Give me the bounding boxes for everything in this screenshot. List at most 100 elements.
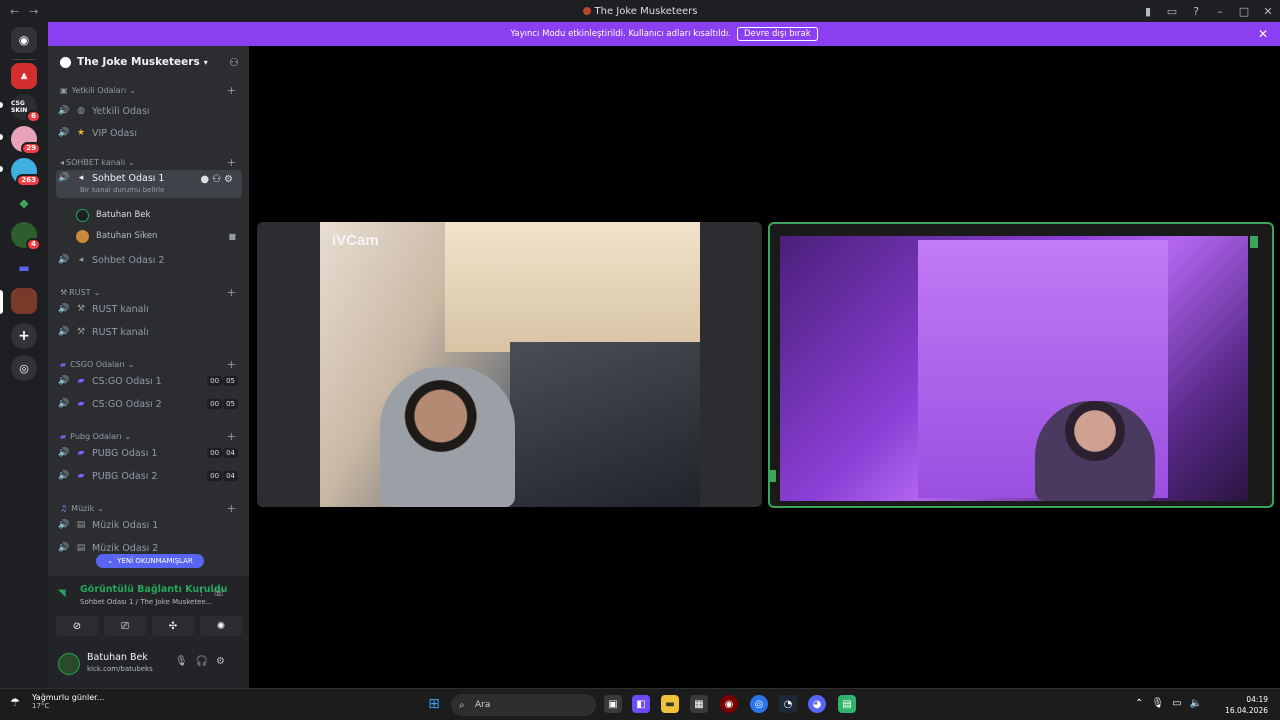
network-icon[interactable]: ▭ xyxy=(1172,698,1189,709)
server-icon-csg[interactable]: CSG SKIN 6 xyxy=(11,94,41,123)
server-icon-game[interactable]: 4 xyxy=(11,222,41,251)
channel-sohbet-odasi-1[interactable]: 🔊 ◂ Sohbet Odası 1 Bir kanal durumu belirl… xyxy=(56,170,242,198)
channel-pubg-2[interactable]: 🔊 ▰ PUBG Odası 2 00 04 xyxy=(56,466,242,486)
person-shape xyxy=(1035,401,1155,501)
discord-home-icon[interactable]: ◉ xyxy=(11,27,37,53)
channel-pubg-1[interactable]: 🔊 ▰ PUBG Odası 1 00 04 xyxy=(56,443,242,463)
signal-icon[interactable]: ◥ xyxy=(58,588,66,599)
voice-user[interactable]: Batuhan Bek xyxy=(76,206,240,224)
voice-channel-icon: 🔊 xyxy=(58,255,70,265)
maximize-button[interactable]: □ xyxy=(1232,5,1256,18)
volume-icon[interactable]: 🔈 xyxy=(1190,698,1210,709)
add-channel-icon[interactable]: + xyxy=(227,358,236,371)
activities-button[interactable]: ✣ xyxy=(152,616,194,636)
channel-rust-1[interactable]: 🔊 ⚒ RUST kanalı xyxy=(56,299,242,319)
server-icon-cat[interactable]: 263 xyxy=(11,158,41,187)
help-icon[interactable]: ? xyxy=(1184,5,1208,18)
category-yetkili[interactable]: ▣ Yetkili Odaları ⌄ + xyxy=(60,84,240,97)
channel-vip-odasi[interactable]: 🔊 ★ VIP Odası xyxy=(56,123,242,143)
folder-icon[interactable]: ▬ xyxy=(11,255,37,281)
voice-user-name: Batuhan Bek xyxy=(96,210,151,220)
discord-taskbar-icon[interactable]: ◕ xyxy=(808,695,826,713)
app-icon-red[interactable]: ◉ xyxy=(720,695,738,713)
channel-muzik-1[interactable]: 🔊 ▤ Müzik Odası 1 xyxy=(56,515,242,535)
app-icon-green[interactable]: ▤ xyxy=(838,695,856,713)
invite-icon[interactable]: ⚇ xyxy=(229,56,239,69)
server-icon-anime[interactable]: 29 xyxy=(11,126,41,155)
video-tile-2-speaking[interactable] xyxy=(768,222,1274,508)
camera-off-button[interactable]: ⊘ xyxy=(56,616,98,636)
microphone-icon[interactable]: 🎙 xyxy=(175,656,196,667)
channel-rust-2[interactable]: 🔊 ⚒ RUST kanalı xyxy=(56,322,242,342)
server-icon-valorant[interactable]: ⩓ xyxy=(11,63,37,89)
store-icon[interactable]: ▦ xyxy=(690,695,708,713)
voice-location[interactable]: Sohbet Odası 1 / The Joke Musketee... xyxy=(80,598,212,606)
window-title: The Joke Musketeers xyxy=(0,6,1280,17)
steam-icon[interactable]: ◔ xyxy=(779,695,797,713)
channel-csgo-1[interactable]: 🔊 ▰ CS:GO Odası 1 00 05 xyxy=(56,371,242,391)
file-explorer-icon[interactable]: ▬ xyxy=(661,695,679,713)
invite-icon[interactable]: ⚇ xyxy=(212,174,224,185)
channel-sohbet-odasi-2[interactable]: 🔊 ◂ Sohbet Odası 2 xyxy=(56,250,242,270)
server-icon-joke-musketeers[interactable] xyxy=(11,288,37,314)
headphones-icon[interactable]: 🎧 xyxy=(196,656,216,667)
minimize-button[interactable]: – xyxy=(1208,5,1232,18)
screen-share-button[interactable]: ⎚ xyxy=(104,616,146,636)
close-banner-icon[interactable]: ✕ xyxy=(1258,27,1268,41)
add-channel-icon[interactable]: + xyxy=(227,156,236,169)
category-csgo[interactable]: ▰ CSGO Odaları ⌄ + xyxy=(60,358,240,371)
inbox-icon[interactable]: ▭ xyxy=(1160,5,1184,18)
add-channel-icon[interactable]: + xyxy=(227,84,236,97)
clock-date: 16.04.2026 xyxy=(1225,706,1268,715)
add-channel-icon[interactable]: + xyxy=(227,286,236,299)
add-channel-icon[interactable]: + xyxy=(227,430,236,443)
category-icon: ▣ xyxy=(60,86,68,95)
channel-csgo-2[interactable]: 🔊 ▰ CS:GO Odası 2 00 05 xyxy=(56,394,242,414)
chrome-icon[interactable]: ◎ xyxy=(750,695,768,713)
bookmark-icon[interactable]: ▮ xyxy=(1136,5,1160,18)
windows-taskbar: ☂ Yağmurlu günler... 17°C ⊞ ⌕ Ara ▣ ◧ ▬ ▦… xyxy=(0,688,1280,720)
camera-feed xyxy=(320,222,700,507)
back-icon[interactable]: ← xyxy=(10,5,19,18)
soundboard-button[interactable]: ✺ xyxy=(200,616,242,636)
avatar[interactable] xyxy=(58,653,80,675)
chevron-up-icon[interactable]: ⌃ xyxy=(1135,698,1151,709)
chat-icon[interactable]: ● xyxy=(200,174,212,185)
search-placeholder: Ara xyxy=(475,700,491,710)
badge-unread: 29 xyxy=(21,142,41,155)
voice-user[interactable]: Batuhan Siken ■ xyxy=(76,227,240,245)
weather-widget[interactable]: ☂ Yağmurlu günler... 17°C xyxy=(10,693,104,710)
channel-yetkili-odasi[interactable]: 🔊 ◍ Yetkili Odası xyxy=(56,101,242,121)
category-muzik[interactable]: ♫ Müzik ⌄ + xyxy=(60,502,240,515)
taskbar-clock[interactable]: 04:19 16.04.2026 xyxy=(1225,694,1268,716)
microphone-icon[interactable]: 🎙 xyxy=(1151,698,1172,709)
explore-icon[interactable]: ◎ xyxy=(11,355,37,381)
category-pubg[interactable]: ▰ Pubg Odaları ⌄ + xyxy=(60,430,240,443)
radio-icon: ▤ xyxy=(76,543,86,553)
add-channel-icon[interactable]: + xyxy=(227,502,236,515)
user-name[interactable]: Batuhan Bek xyxy=(87,652,148,663)
add-server-icon[interactable]: + xyxy=(11,323,37,349)
voice-channel-icon: 🔊 xyxy=(58,376,70,386)
disconnect-icon[interactable]: ☏ xyxy=(212,588,235,599)
video-tile-1[interactable]: iVCam xyxy=(257,222,762,507)
new-unreads-pill[interactable]: ⌄ YENİ OKUNMAMIŞLAR xyxy=(96,554,204,568)
task-view-icon[interactable]: ▣ xyxy=(604,695,622,713)
close-window-button[interactable]: ✕ xyxy=(1256,5,1280,18)
windows-start-icon[interactable]: ⊞ xyxy=(425,695,443,713)
category-rust[interactable]: ⚒ RUST ⌄ + xyxy=(60,286,240,299)
disable-streamer-mode-button[interactable]: Devre dışı bırak xyxy=(736,27,818,41)
server-header[interactable]: The Joke Musketeers ▾ ⚇ xyxy=(48,46,249,78)
forward-icon[interactable]: → xyxy=(29,5,38,18)
category-label: RUST xyxy=(69,288,91,297)
channel-status-hint[interactable]: Bir kanal durumu belirle xyxy=(80,186,164,194)
camera-icon: ■ xyxy=(228,231,236,241)
taskbar-search[interactable]: ⌕ Ara xyxy=(451,694,596,716)
gear-icon[interactable]: ⚙ xyxy=(216,656,233,667)
noise-suppression-icon[interactable]: ⫶ xyxy=(200,588,213,599)
server-icon-gem[interactable]: ◆ xyxy=(11,190,37,216)
gear-icon[interactable]: ⚙ xyxy=(224,174,236,185)
app-icon[interactable]: ◧ xyxy=(632,695,650,713)
category-sohbet[interactable]: ◂ SOHBET kanalı ⌄ + xyxy=(60,156,240,169)
category-label: Pubg Odaları xyxy=(70,432,122,441)
